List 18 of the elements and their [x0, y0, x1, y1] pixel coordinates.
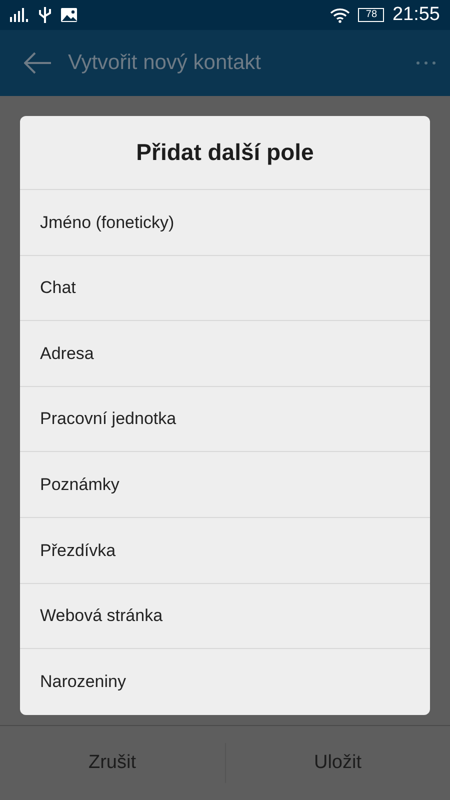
- clock: 21:55: [392, 2, 440, 27]
- more-options-icon[interactable]: [416, 61, 436, 65]
- back-icon[interactable]: [24, 52, 52, 74]
- dialog-title: Přidat další pole: [136, 138, 314, 168]
- wifi-icon: [330, 8, 350, 22]
- field-option[interactable]: Webová stránka: [20, 584, 430, 650]
- signal-icon: [10, 8, 30, 22]
- field-option[interactable]: Pracovní jednotka: [20, 386, 430, 452]
- field-option[interactable]: Adresa: [20, 321, 430, 387]
- usb-icon: [38, 6, 52, 24]
- field-option[interactable]: Jméno (foneticky): [20, 190, 430, 256]
- field-option[interactable]: Narozeniny: [20, 649, 430, 715]
- field-option[interactable]: Chat: [20, 256, 430, 322]
- field-option[interactable]: Přezdívka: [20, 518, 430, 584]
- field-option[interactable]: Poznámky: [20, 452, 430, 518]
- battery-indicator: 78: [358, 8, 384, 22]
- screen-title: Vytvořit nový kontakt: [68, 50, 261, 76]
- image-icon: [60, 7, 78, 23]
